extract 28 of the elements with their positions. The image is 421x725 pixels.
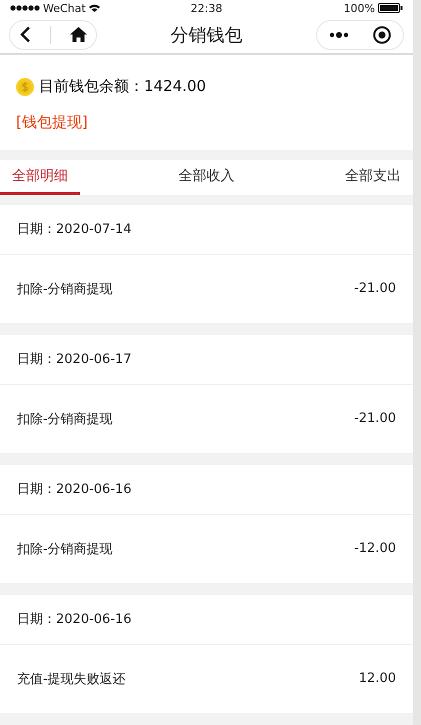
battery-percent: 100% [344, 2, 376, 15]
tab[interactable]: 全部收入 [166, 160, 246, 195]
record-description: 扣除-分销商提现 [17, 540, 113, 558]
tab[interactable]: 全部支出 [333, 160, 413, 195]
record-amount: -12.00 [354, 541, 396, 556]
record-date: 日期：2020-06-17 [17, 351, 132, 368]
back-icon[interactable] [20, 26, 30, 44]
withdraw-link[interactable]: [钱包提现] [16, 113, 88, 132]
battery-icon [378, 3, 404, 14]
home-icon[interactable] [70, 27, 86, 42]
record-amount: 12.00 [358, 671, 396, 686]
tab[interactable]: 全部明细 [0, 160, 80, 195]
coin-icon [16, 78, 34, 96]
record-description: 扣除-分销商提现 [17, 410, 113, 428]
more-icon[interactable] [329, 32, 349, 38]
record-date: 日期：2020-06-16 [17, 481, 132, 498]
carrier-name: WeChat [43, 2, 86, 15]
clock-time: 22:38 [190, 2, 222, 15]
signal-icon [10, 5, 40, 12]
record-amount: -21.00 [354, 411, 396, 426]
page-title: 分销钱包 [170, 24, 242, 47]
record-date: 日期：2020-07-14 [17, 221, 132, 238]
record-date: 日期：2020-06-16 [17, 611, 132, 628]
balance-text: 目前钱包余额：1424.00 [39, 77, 206, 96]
record-description: 充值-提现失败返还 [17, 670, 126, 688]
record-amount: -21.00 [354, 281, 396, 296]
wifi-icon [88, 4, 100, 12]
record-description: 扣除-分销商提现 [17, 280, 113, 298]
